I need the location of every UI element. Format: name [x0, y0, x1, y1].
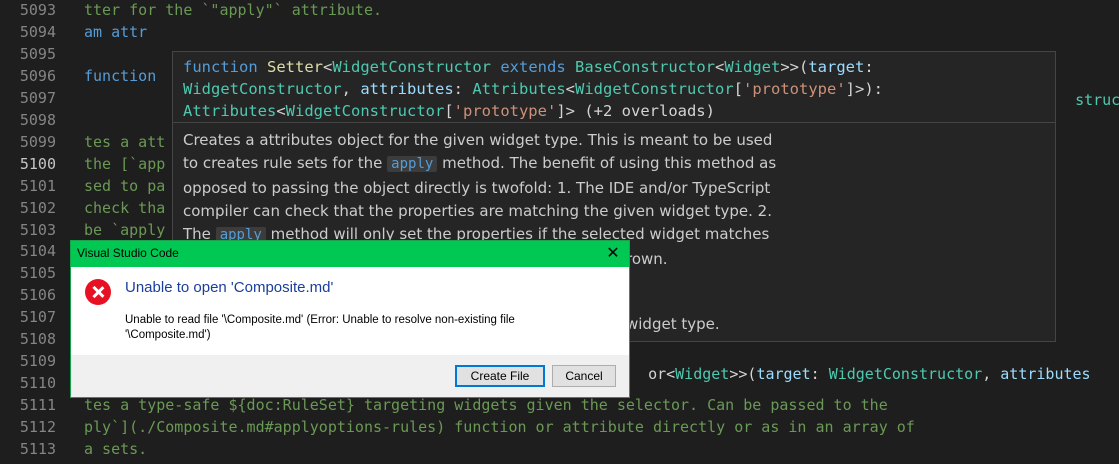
line-number: 5099: [19, 132, 56, 151]
sig-token: target: [808, 58, 865, 76]
line-number: 5103: [19, 220, 56, 239]
code-text: tes a att: [84, 132, 166, 151]
line-number: 5094: [19, 22, 56, 41]
code-text: ply`](./Composite.md#applyoptions-rules)…: [84, 418, 915, 437]
sig-token: <: [565, 80, 576, 98]
line-number: 5111: [19, 396, 56, 415]
sig-token: WidgetConstructor: [575, 80, 734, 98]
cancel-button[interactable]: Cancel: [552, 365, 616, 387]
close-icon[interactable]: ✕: [603, 244, 623, 264]
code-text: function: [84, 66, 157, 85]
doc-text-tail: widget type.: [626, 315, 720, 333]
code-text: be `apply: [84, 220, 166, 239]
code-line-5108-tail: or<Widget>>(target: WidgetConstructor, a…: [630, 341, 1091, 383]
sig-token: WidgetConstructor: [332, 58, 491, 76]
line-number: 5102: [19, 198, 56, 217]
line-number: 5101: [19, 176, 56, 195]
sig-token: [: [444, 102, 454, 120]
sig-token: Setter: [267, 58, 323, 76]
sig-token: >>(: [780, 58, 809, 76]
doc-text-tail: rown.: [626, 250, 668, 268]
sig-token: Attributes: [472, 80, 566, 98]
dialog-title-bar[interactable]: Visual Studio Code ✕: [71, 241, 629, 267]
error-icon: [85, 279, 111, 305]
line-number: 5105: [19, 264, 56, 283]
line-number: 5095: [19, 44, 56, 63]
sig-token: function: [183, 58, 258, 76]
sig-token: <: [714, 58, 725, 76]
sig-token: ]>: [556, 102, 575, 120]
code-token: target: [756, 365, 811, 383]
sig-token: BaseConstructor: [575, 58, 715, 76]
sig-token: ]>):: [845, 80, 883, 98]
code-token: or<: [648, 365, 676, 383]
hover-documentation: Creates a attributes object for the give…: [173, 123, 793, 253]
line-number: 5098: [19, 110, 56, 129]
dialog-heading: Unable to open 'Composite.md': [125, 279, 334, 296]
sig-token: (+2 overloads): [584, 102, 715, 120]
code-text: tter for the `"apply"` attribute.: [84, 1, 383, 19]
sig-token: attributes: [360, 80, 454, 98]
sig-token: extends: [500, 58, 566, 76]
sig-token: Attributes: [183, 102, 277, 120]
dialog-message: Unable to read file '\Composite.md' (Err…: [125, 314, 515, 341]
line-number: 5104: [19, 242, 56, 261]
inline-code: apply: [387, 156, 438, 173]
line-number: 5107: [19, 308, 56, 327]
code-token: Widget: [675, 365, 730, 383]
error-dialog[interactable]: Visual Studio Code ✕ Unable to open 'Com…: [70, 240, 630, 398]
code-text: sed to pa: [84, 176, 166, 195]
line-number: 5110: [19, 374, 56, 393]
code-text: am attr: [84, 22, 148, 41]
sig-token: :: [453, 80, 463, 98]
line-number: 5112: [19, 418, 56, 437]
code-text: the [`app: [84, 154, 166, 173]
sig-token: <: [276, 102, 286, 120]
sig-token: 'prototype': [743, 80, 846, 98]
code-token: >>(: [729, 365, 757, 383]
line-number: 5108: [19, 330, 56, 349]
sig-token: 'prototype': [453, 102, 557, 120]
sig-token: WidgetConstructor: [285, 102, 445, 120]
sig-token: [: [733, 80, 743, 98]
code-overflow-text: structo: [1057, 67, 1119, 109]
sig-token: WidgetConstructor: [183, 80, 342, 98]
code-token: ,: [982, 365, 1001, 383]
line-number: 5113: [19, 440, 56, 458]
create-file-button[interactable]: Create File: [455, 365, 545, 387]
code-token: attributes: [1000, 365, 1091, 383]
line-number: 5093: [19, 1, 56, 19]
line-number: 5109: [19, 352, 56, 371]
line-number: 5096: [19, 66, 56, 85]
line-number: 5100: [19, 154, 56, 173]
line-number: 5097: [19, 88, 56, 107]
code-text: a sets.: [84, 440, 148, 458]
dialog-footer: Create File Cancel: [71, 355, 629, 397]
hover-signature: function Setter<WidgetConstructor extend…: [173, 52, 1055, 123]
code-token: WidgetConstructor: [828, 365, 983, 383]
sig-token: <: [323, 58, 333, 76]
sig-token: :: [864, 58, 874, 76]
code-token: :: [810, 365, 829, 383]
dialog-title: Visual Studio Code: [77, 246, 179, 260]
code-text: check tha: [84, 198, 166, 217]
line-number: 5106: [19, 286, 56, 305]
sig-token: Widget: [724, 58, 781, 76]
code-token: structo: [1075, 91, 1119, 109]
sig-token: ,: [341, 80, 351, 98]
